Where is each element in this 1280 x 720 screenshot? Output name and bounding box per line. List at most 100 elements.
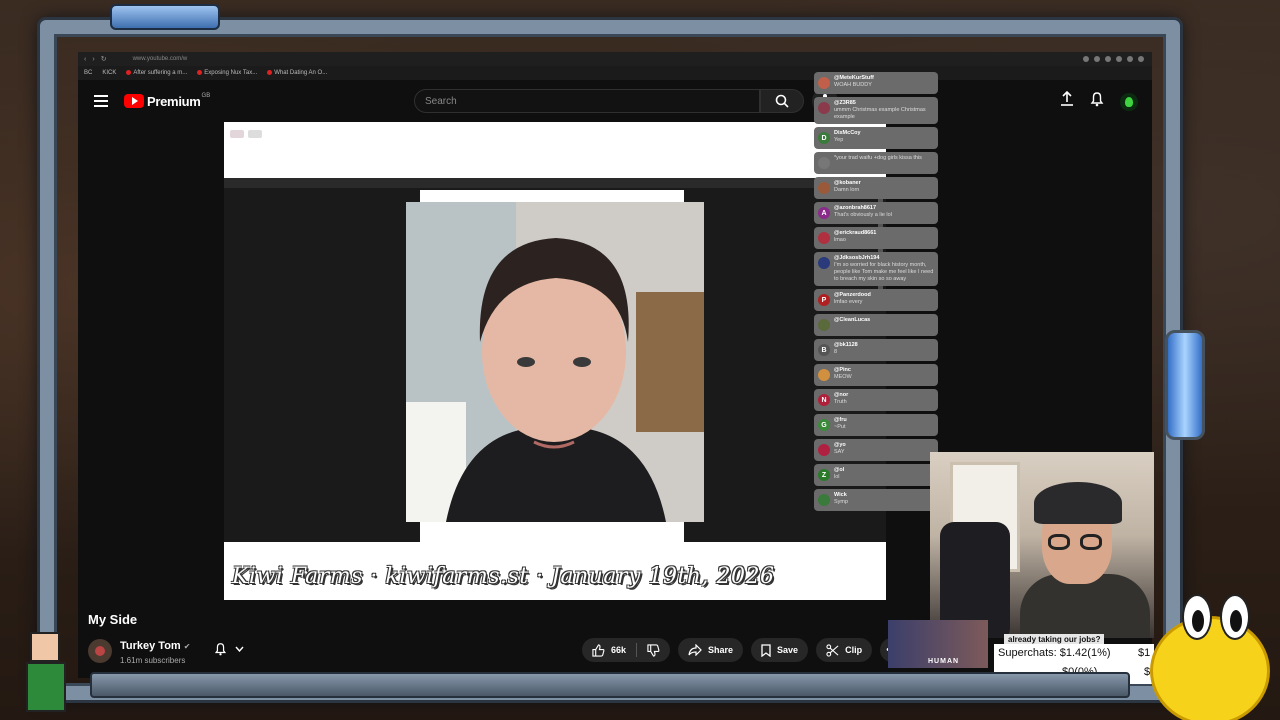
chat-text: SAY bbox=[834, 449, 845, 455]
video-player[interactable]: Kiwi Farms · kiwifarms.st · January 19th… bbox=[224, 122, 886, 600]
extension-icon[interactable] bbox=[1138, 56, 1144, 62]
chat-message: @erickraud8661 lmao bbox=[814, 227, 938, 249]
share-button[interactable]: Share bbox=[678, 638, 744, 662]
chat-message: @yo SAY bbox=[814, 439, 938, 461]
extension-icon[interactable] bbox=[1127, 56, 1133, 62]
bookmark-item[interactable]: KICK bbox=[102, 70, 116, 76]
chat-message: @kobaner Damn lorn bbox=[814, 177, 938, 199]
reload-icon[interactable]: ↻ bbox=[101, 55, 107, 63]
chat-message: G @fru ~Put bbox=[814, 414, 938, 436]
chat-avatar: N bbox=[818, 394, 830, 406]
chat-message: N @nor Truth bbox=[814, 389, 938, 411]
extension-icon[interactable] bbox=[1105, 56, 1111, 62]
chat-username: @Panzerdood bbox=[834, 292, 871, 298]
address-bar[interactable]: www.youtube.com/w bbox=[133, 56, 188, 62]
clip-button[interactable]: Clip bbox=[816, 638, 873, 662]
save-button[interactable]: Save bbox=[751, 638, 809, 662]
chat-text: WOAH BUDDY bbox=[834, 82, 872, 88]
chat-text: Yep bbox=[834, 137, 844, 143]
frame-bottom-decoration bbox=[90, 672, 1130, 698]
forward-icon[interactable]: › bbox=[92, 56, 94, 63]
chat-username: @CleanLucas bbox=[834, 317, 871, 323]
channel-avatar[interactable] bbox=[88, 638, 112, 663]
bookmark-item[interactable]: After suffering a m... bbox=[126, 69, 187, 76]
search-input[interactable]: Search bbox=[414, 89, 760, 113]
chat-avatar: G bbox=[818, 419, 830, 431]
upload-icon[interactable] bbox=[1060, 90, 1074, 112]
youtube-favicon-icon bbox=[126, 69, 132, 75]
chat-username: @fru bbox=[834, 417, 847, 423]
extension-icon[interactable] bbox=[1083, 56, 1089, 62]
chat-username: @nor bbox=[834, 392, 849, 398]
chat-text: lmfao every bbox=[834, 299, 863, 305]
youtube-header: Premium GB Search bbox=[78, 80, 1152, 122]
chat-avatar bbox=[818, 494, 830, 506]
chat-text: *your trad waifu +dog girls kissa this bbox=[834, 155, 922, 161]
chat-text: Damn lorn bbox=[834, 187, 860, 193]
youtube-favicon-icon bbox=[267, 69, 273, 75]
chat-username: @yo bbox=[834, 442, 846, 448]
chat-username: @Pinc bbox=[834, 367, 851, 373]
chat-avatar bbox=[818, 369, 830, 381]
chat-username: @JdksosbJrh194 bbox=[834, 255, 880, 261]
share-icon bbox=[688, 644, 702, 656]
chat-username: @ol bbox=[834, 467, 845, 473]
chat-username: @Z3R85 bbox=[834, 100, 856, 106]
like-dislike-group: 66k bbox=[582, 638, 671, 662]
subscriber-count: 1.61m subscribers bbox=[120, 656, 186, 665]
chevron-down-icon bbox=[235, 646, 244, 652]
chat-message: Wick Symp bbox=[814, 489, 938, 511]
account-avatar[interactable] bbox=[1120, 92, 1138, 111]
channel-name[interactable]: Turkey Tom bbox=[120, 640, 181, 652]
bookmark-item[interactable]: BC bbox=[84, 70, 92, 76]
bookmarks-bar: BC KICK After suffering a m... Exposing … bbox=[78, 66, 1152, 80]
chat-text: ummm Christmas example Christmas example bbox=[834, 107, 926, 120]
chat-username: @erickraud8661 bbox=[834, 230, 877, 236]
chat-message: @CleanLucas bbox=[814, 314, 938, 336]
chat-avatar bbox=[818, 257, 830, 269]
chat-avatar bbox=[818, 77, 830, 89]
chat-message: A @azonbrah8617 That's obviously a lie lol bbox=[814, 202, 938, 224]
scissors-icon bbox=[826, 643, 839, 657]
chat-message: Z @ol lol bbox=[814, 464, 938, 486]
chat-text: 8 bbox=[834, 349, 838, 355]
back-icon[interactable]: ‹ bbox=[84, 56, 86, 63]
pixel-mascot-decoration bbox=[22, 632, 70, 714]
chat-avatar bbox=[818, 157, 830, 169]
youtube-favicon-icon bbox=[197, 69, 203, 75]
chat-message: @MeteKurStuff WOAH BUDDY bbox=[814, 72, 938, 94]
browser-toolbar: ‹ › ↻ www.youtube.com/w bbox=[78, 52, 1152, 66]
chat-username: @kobaner bbox=[834, 180, 861, 186]
extension-icon[interactable] bbox=[1094, 56, 1100, 62]
chat-message: D DixMcCoy Yep bbox=[814, 127, 938, 149]
header-actions bbox=[1060, 90, 1138, 112]
frame-pipe-decoration bbox=[110, 4, 220, 30]
chat-avatar bbox=[818, 102, 830, 114]
chat-text: Truth bbox=[834, 399, 847, 405]
bookmark-item[interactable]: What Dating An O... bbox=[267, 69, 327, 76]
chat-avatar bbox=[818, 182, 830, 194]
chat-avatar: B bbox=[818, 344, 830, 356]
menu-icon[interactable] bbox=[94, 95, 108, 107]
video-actions: 66k Share Save Clip ••• bbox=[582, 638, 905, 662]
search-icon bbox=[775, 94, 789, 108]
dislike-button[interactable] bbox=[637, 638, 670, 662]
bell-icon[interactable] bbox=[1090, 91, 1104, 112]
search-button[interactable] bbox=[760, 89, 804, 113]
chat-text: Symp bbox=[834, 499, 849, 505]
chat-message: B @bk1128 8 bbox=[814, 339, 938, 361]
chat-avatar bbox=[818, 232, 830, 244]
bookmark-item[interactable]: Exposing Nux Tax... bbox=[197, 69, 257, 76]
streamer-webcam bbox=[930, 452, 1154, 638]
like-button[interactable]: 66k bbox=[582, 638, 636, 662]
youtube-logo[interactable]: Premium GB bbox=[124, 93, 210, 109]
extension-icon[interactable] bbox=[1116, 56, 1122, 62]
chat-username: DixMcCoy bbox=[834, 130, 861, 136]
subscription-bell-button[interactable] bbox=[206, 638, 252, 660]
youtube-play-icon bbox=[124, 94, 144, 108]
chat-text: ~Put bbox=[834, 424, 846, 430]
thumbs-down-icon bbox=[647, 643, 660, 657]
player-document-top bbox=[224, 122, 886, 178]
superchat-total-right: $1 bbox=[1138, 647, 1151, 659]
chat-message: @JdksosbJrh194 I'm so worried for black h… bbox=[814, 252, 938, 286]
